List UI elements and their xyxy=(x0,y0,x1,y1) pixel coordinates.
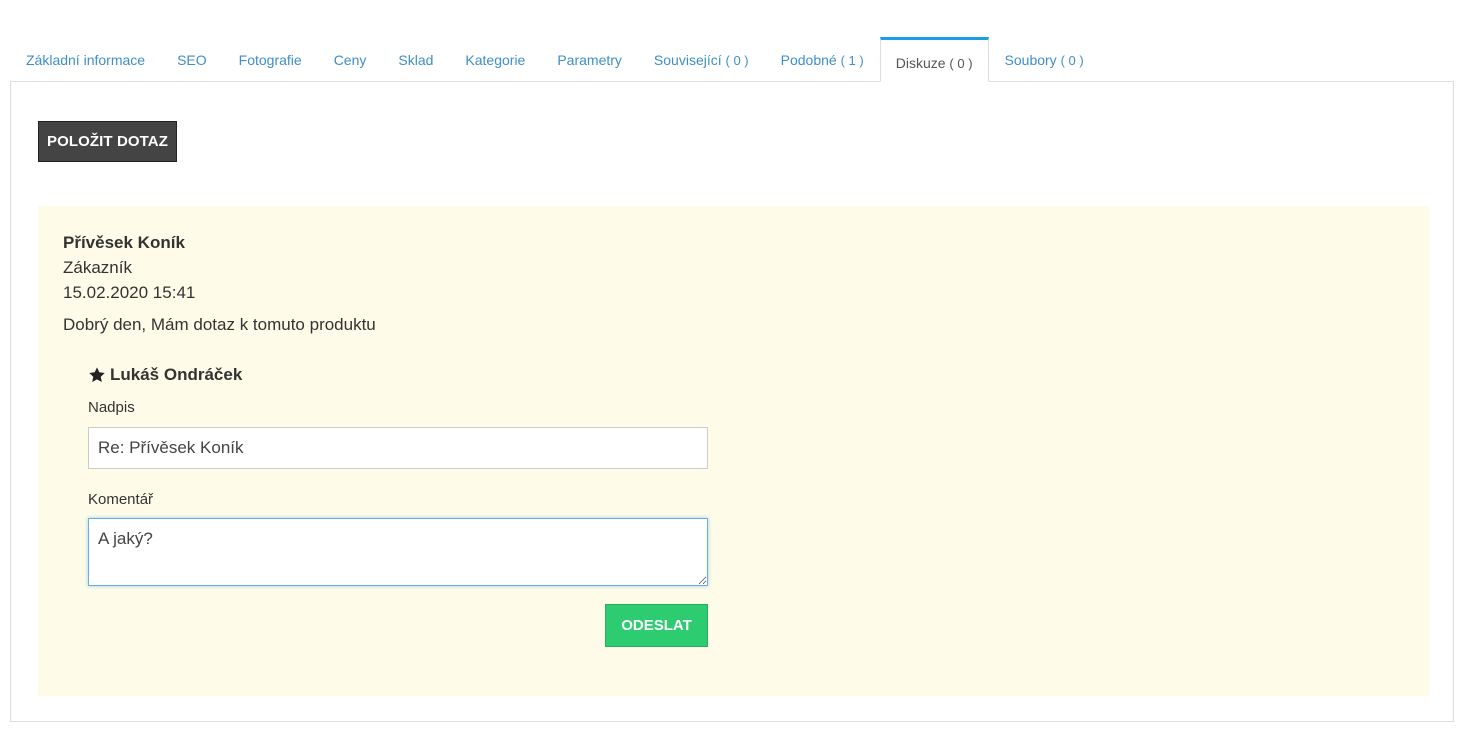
reply-author-name: Lukáš Ondráček xyxy=(110,365,243,384)
discussion-item: Přívěsek Koník Zákazník 15.02.2020 15:41… xyxy=(38,206,1429,696)
tab-bar: Základní informace SEO Fotografie Ceny S… xyxy=(10,37,1100,82)
send-button[interactable]: ODESLAT xyxy=(605,604,708,647)
discussion-title: Přívěsek Koník xyxy=(63,233,185,252)
title-input[interactable] xyxy=(88,427,708,469)
discussion-date: 15.02.2020 15:41 xyxy=(63,283,196,302)
ask-question-button[interactable]: POLOŽIT DOTAZ xyxy=(38,121,177,162)
tab-files[interactable]: Soubory ( 0 ) xyxy=(989,38,1100,82)
tab-basic-info[interactable]: Základní informace xyxy=(10,38,161,82)
discussion-text: Dobrý den, Mám dotaz k tomuto produktu xyxy=(63,315,376,334)
title-label: Nadpis xyxy=(88,399,135,416)
tab-seo[interactable]: SEO xyxy=(161,38,223,82)
tab-discussion[interactable]: Diskuze ( 0 ) xyxy=(879,37,989,82)
star-icon xyxy=(89,367,105,383)
reply-author: Lukáš Ondráček xyxy=(88,365,242,385)
comment-textarea[interactable]: A jaký? xyxy=(88,518,708,586)
tab-similar[interactable]: Podobné ( 1 ) xyxy=(765,38,880,82)
tab-stock[interactable]: Sklad xyxy=(382,38,449,82)
tab-panel: POLOŽIT DOTAZ Přívěsek Koník Zákazník 15… xyxy=(10,81,1454,722)
comment-label: Komentář xyxy=(88,491,154,508)
discussion-author-role: Zákazník xyxy=(63,258,132,277)
tab-related[interactable]: Související ( 0 ) xyxy=(638,38,765,82)
tab-categories[interactable]: Kategorie xyxy=(449,38,541,82)
tab-parameters[interactable]: Parametry xyxy=(541,38,638,82)
tab-photos[interactable]: Fotografie xyxy=(223,38,318,82)
tab-prices[interactable]: Ceny xyxy=(318,38,383,82)
